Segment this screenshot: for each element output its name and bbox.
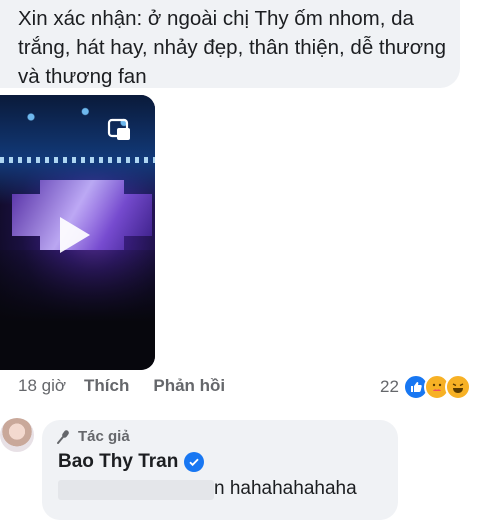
reply-link[interactable]: Phản hồi (153, 376, 225, 396)
reaction-count: 22 (380, 377, 399, 396)
avatar[interactable] (0, 418, 34, 452)
reply-author-name[interactable]: Bao Thy Tran (58, 451, 178, 473)
reply-author[interactable]: Bao Thy Tran (58, 451, 205, 473)
verified-badge-icon (184, 452, 205, 472)
microphone-icon (57, 429, 69, 444)
author-badge: Tác giả (56, 428, 130, 445)
stage-light-row (0, 157, 155, 163)
crowd-silhouette (0, 250, 155, 370)
comment-actions: 18 giờ Thích Phản hồi (18, 376, 225, 396)
haha-icon (444, 374, 471, 400)
author-badge-label: Tác giả (78, 428, 130, 445)
play-icon[interactable] (60, 217, 90, 253)
comment-text: Xin xác nhận: ở ngoài chị Thy ốm nhom, d… (18, 7, 446, 88)
like-link[interactable]: Thích (84, 376, 129, 396)
reaction-summary[interactable]: 22 (380, 374, 471, 400)
video-thumbnail[interactable] (0, 95, 155, 370)
picture-in-picture-icon[interactable] (106, 117, 132, 143)
reply-text: n hahahahahaha (214, 478, 357, 499)
mention-redacted (58, 480, 214, 500)
comment-time: 18 giờ (18, 376, 67, 395)
